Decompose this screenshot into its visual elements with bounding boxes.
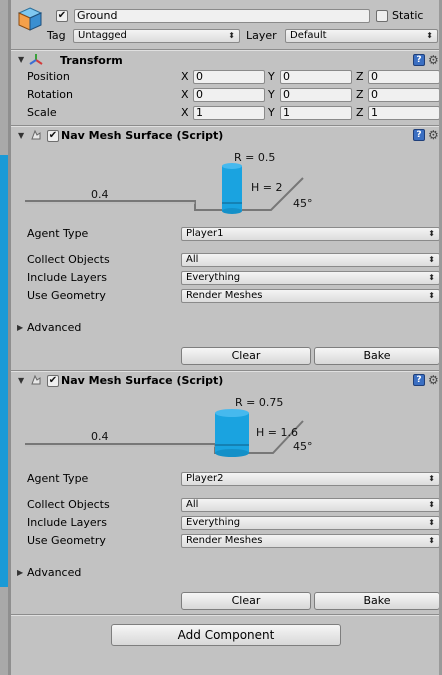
- clear-button[interactable]: Clear: [181, 347, 311, 365]
- scale-x-field[interactable]: 1: [193, 106, 265, 120]
- tag-label: Tag: [47, 29, 66, 42]
- collect-objects-dropdown[interactable]: All ⬍: [181, 253, 440, 267]
- foldout-expanded-icon[interactable]: ▼: [18, 374, 24, 388]
- diagram-height-label: H = 1.6: [256, 426, 298, 439]
- position-z-field[interactable]: 0: [368, 70, 440, 84]
- gear-icon[interactable]: ⚙: [428, 129, 439, 141]
- include-layers-label: Include Layers: [27, 271, 107, 284]
- include-layers-dropdown[interactable]: Everything ⬍: [181, 516, 440, 530]
- position-x-field[interactable]: 0: [193, 70, 265, 84]
- advanced-foldout[interactable]: Advanced: [27, 321, 81, 335]
- dropdown-arrow-icon: ⬍: [428, 229, 435, 238]
- diagram-step-label: 0.4: [91, 430, 109, 443]
- rotation-z-field[interactable]: 0: [368, 88, 440, 102]
- gear-icon[interactable]: ⚙: [428, 374, 439, 386]
- foldout-collapsed-icon[interactable]: ▶: [17, 566, 23, 580]
- collect-objects-dropdown[interactable]: All ⬍: [181, 498, 440, 512]
- script-icon: [30, 374, 42, 386]
- agent-diagram: R = 0.75 H = 1.6 0.4 45°: [25, 396, 313, 457]
- gameobject-icon: [17, 6, 43, 32]
- dropdown-arrow-icon: ⬍: [428, 474, 435, 483]
- hierarchy-edge: [0, 0, 11, 675]
- bake-button[interactable]: Bake: [314, 592, 440, 610]
- transform-icon: [29, 53, 43, 67]
- rotation-y-field[interactable]: 0: [280, 88, 352, 102]
- agent-type-label: Agent Type: [27, 227, 89, 240]
- agent-type-dropdown[interactable]: Player2 ⬍: [181, 472, 440, 486]
- include-layers-label: Include Layers: [27, 516, 107, 529]
- advanced-foldout[interactable]: Advanced: [27, 566, 81, 580]
- position-y-field[interactable]: 0: [280, 70, 352, 84]
- help-icon[interactable]: ?: [413, 129, 425, 141]
- agent-type-label: Agent Type: [27, 472, 89, 485]
- dropdown-arrow-icon: ⬍: [228, 31, 235, 40]
- static-label: Static: [392, 9, 424, 22]
- diagram-step-label: 0.4: [91, 188, 109, 201]
- bake-button[interactable]: Bake: [314, 347, 440, 365]
- diagram-radius-label: R = 0.75: [235, 396, 283, 409]
- scale-z-field[interactable]: 1: [368, 106, 440, 120]
- use-geometry-dropdown[interactable]: Render Meshes ⬍: [181, 289, 440, 303]
- collect-objects-label: Collect Objects: [27, 498, 110, 511]
- help-icon[interactable]: ?: [413, 374, 425, 386]
- collect-objects-label: Collect Objects: [27, 253, 110, 266]
- navmesh-title: Nav Mesh Surface (Script): [61, 374, 224, 387]
- agent-type-dropdown[interactable]: Player1 ⬍: [181, 227, 440, 241]
- dropdown-arrow-icon: ⬍: [428, 255, 435, 264]
- foldout-collapsed-icon[interactable]: ▶: [17, 321, 23, 335]
- component-enabled-checkbox[interactable]: ✔: [47, 375, 59, 387]
- static-checkbox[interactable]: [376, 10, 388, 22]
- use-geometry-label: Use Geometry: [27, 289, 106, 302]
- dropdown-arrow-icon: ⬍: [428, 291, 435, 300]
- use-geometry-dropdown[interactable]: Render Meshes ⬍: [181, 534, 440, 548]
- scale-y-field[interactable]: 1: [280, 106, 352, 120]
- dropdown-arrow-icon: ⬍: [428, 536, 435, 545]
- include-layers-dropdown[interactable]: Everything ⬍: [181, 271, 440, 285]
- agent-diagram: R = 0.5 H = 2 0.4 45°: [25, 151, 313, 214]
- foldout-expanded-icon[interactable]: ▼: [18, 129, 24, 143]
- navmesh-title: Nav Mesh Surface (Script): [61, 129, 224, 142]
- selection-highlight: [0, 155, 8, 587]
- transform-title: Transform: [60, 54, 123, 67]
- diagram-slope-label: 45°: [293, 197, 313, 210]
- diagram-height-label: H = 2: [251, 181, 282, 194]
- tag-dropdown[interactable]: Untagged ⬍: [73, 29, 240, 43]
- diagram-radius-label: R = 0.5: [234, 151, 275, 164]
- layer-label: Layer: [246, 29, 277, 42]
- gear-icon[interactable]: ⚙: [428, 54, 439, 66]
- script-icon: [30, 129, 42, 141]
- rotation-x-field[interactable]: 0: [193, 88, 265, 102]
- dropdown-arrow-icon: ⬍: [428, 518, 435, 527]
- component-enabled-checkbox[interactable]: ✔: [47, 130, 59, 142]
- dropdown-arrow-icon: ⬍: [426, 31, 433, 40]
- layer-dropdown[interactable]: Default ⬍: [285, 29, 438, 43]
- diagram-slope-label: 45°: [293, 440, 313, 453]
- foldout-expanded-icon[interactable]: ▼: [18, 53, 24, 67]
- use-geometry-label: Use Geometry: [27, 534, 106, 547]
- add-component-button[interactable]: Add Component: [111, 624, 341, 646]
- help-icon[interactable]: ?: [413, 54, 425, 66]
- object-name-field[interactable]: Ground: [74, 9, 370, 23]
- dropdown-arrow-icon: ⬍: [428, 500, 435, 509]
- active-checkbox[interactable]: ✔: [56, 10, 68, 22]
- clear-button[interactable]: Clear: [181, 592, 311, 610]
- dropdown-arrow-icon: ⬍: [428, 273, 435, 282]
